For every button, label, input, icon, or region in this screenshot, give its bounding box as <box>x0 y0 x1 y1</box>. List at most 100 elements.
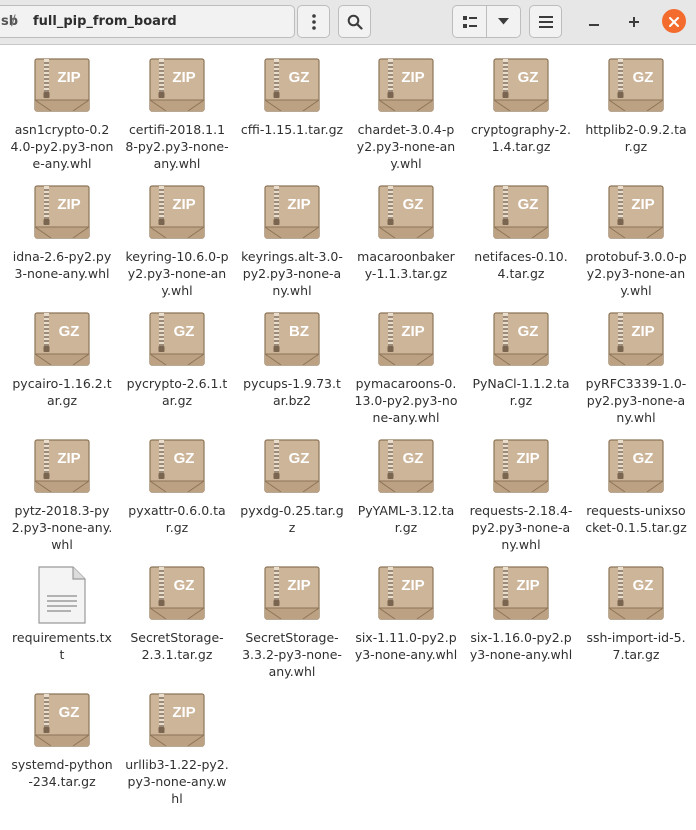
svg-text:ZIP: ZIP <box>172 196 195 213</box>
svg-text:GZ: GZ <box>518 69 539 86</box>
svg-text:ZIP: ZIP <box>401 323 424 340</box>
svg-text:GZ: GZ <box>403 196 424 213</box>
svg-text:GZ: GZ <box>633 577 654 594</box>
file-name-label: cffi-1.15.1.tar.gz <box>240 122 344 137</box>
file-item[interactable]: BZ pycups-1.9.73.tar.bz2 <box>236 299 348 409</box>
file-item[interactable]: requirements.txt <box>6 553 118 663</box>
file-name-label: six-1.16.0-py2.py3-none-any.whl <box>469 630 573 662</box>
file-item[interactable]: GZ requests-unixsocket-0.1.5.tar.gz <box>580 426 692 536</box>
svg-text:GZ: GZ <box>518 196 539 213</box>
svg-text:GZ: GZ <box>289 69 310 86</box>
archive-zip-icon: ZIP <box>607 185 665 243</box>
file-name-label: pycrypto-2.6.1.tar.gz <box>126 376 228 408</box>
main-menu-button[interactable] <box>529 5 562 38</box>
archive-zip-icon: ZIP <box>33 58 91 116</box>
file-item[interactable]: GZ pyxattr-0.6.0.tar.gz <box>121 426 233 536</box>
maximize-icon <box>629 12 639 31</box>
file-item[interactable]: ZIP protobuf-3.0.0-py2.py3-none-any.whl <box>580 172 692 299</box>
file-item[interactable]: GZ netifaces-0.10.4.tar.gz <box>465 172 577 282</box>
archive-zip-icon: ZIP <box>263 566 321 624</box>
maximize-button[interactable] <box>622 9 646 33</box>
vertical-dots-icon <box>311 13 316 30</box>
file-name-label: ssh-import-id-5.7.tar.gz <box>586 630 686 662</box>
file-item[interactable]: GZ pycrypto-2.6.1.tar.gz <box>121 299 233 409</box>
archive-gz-icon: GZ <box>607 58 665 116</box>
file-item[interactable]: ZIP urllib3-1.22-py2.py3-none-any.whl <box>121 680 233 807</box>
file-name-label: cryptography-2.1.4.tar.gz <box>470 122 572 154</box>
close-button[interactable] <box>662 9 686 33</box>
archive-gz-icon: GZ <box>33 312 91 370</box>
archive-gz-icon: GZ <box>148 312 206 370</box>
svg-text:GZ: GZ <box>174 450 195 467</box>
file-item[interactable]: ZIP chardet-3.0.4-py2.py3-none-any.whl <box>350 45 462 172</box>
file-item[interactable]: ZIP six-1.16.0-py2.py3-none-any.whl <box>465 553 577 663</box>
svg-text:GZ: GZ <box>518 323 539 340</box>
file-item[interactable]: ZIP keyring-10.6.0-py2.py3-none-any.whl <box>121 172 233 299</box>
file-name-label: pyRFC3339-1.0-py2.py3-none-any.whl <box>585 376 687 425</box>
svg-text:ZIP: ZIP <box>172 69 195 86</box>
file-item[interactable]: ZIP SecretStorage-3.3.2-py3-none-any.whl <box>236 553 348 680</box>
file-item[interactable]: ZIP pyRFC3339-1.0-py2.py3-none-any.whl <box>580 299 692 426</box>
svg-text:ZIP: ZIP <box>57 196 80 213</box>
file-item[interactable]: ZIP pytz-2018.3-py2.py3-none-any.whl <box>6 426 118 553</box>
archive-zip-icon: ZIP <box>148 693 206 751</box>
list-view-icon <box>462 15 477 28</box>
close-icon <box>669 12 679 31</box>
file-item[interactable]: GZ macaroonbakery-1.1.3.tar.gz <box>350 172 462 282</box>
archive-gz-icon: GZ <box>492 312 550 370</box>
archive-zip-icon: ZIP <box>377 566 435 624</box>
file-item[interactable]: GZ cryptography-2.1.4.tar.gz <box>465 45 577 155</box>
file-item[interactable]: ZIP keyrings.alt-3.0-py2.py3-none-any.whl <box>236 172 348 299</box>
search-button[interactable] <box>338 5 371 38</box>
file-item[interactable]: GZ ssh-import-id-5.7.tar.gz <box>580 553 692 663</box>
file-item[interactable]: GZ systemd-python-234.tar.gz <box>6 680 118 790</box>
header-bar: sb / full_pip_from_board <box>0 0 696 45</box>
file-name-label: chardet-3.0.4-py2.py3-none-any.whl <box>356 122 456 171</box>
file-item[interactable]: GZ PyYAML-3.12.tar.gz <box>350 426 462 536</box>
file-name-label: keyrings.alt-3.0-py2.py3-none-any.whl <box>241 249 343 298</box>
archive-gz-icon: GZ <box>148 439 206 497</box>
file-item[interactable]: GZ cffi-1.15.1.tar.gz <box>236 45 348 138</box>
chevron-down-icon <box>498 18 509 25</box>
file-name-label: requests-unixsocket-0.1.5.tar.gz <box>585 503 687 535</box>
svg-text:ZIP: ZIP <box>631 323 654 340</box>
minimize-button[interactable] <box>582 9 606 33</box>
svg-text:GZ: GZ <box>403 450 424 467</box>
archive-zip-icon: ZIP <box>33 439 91 497</box>
breadcrumb-separator: / <box>11 13 16 29</box>
archive-gz-icon: GZ <box>377 185 435 243</box>
list-view-button[interactable] <box>453 6 486 37</box>
archive-gz-icon: GZ <box>607 566 665 624</box>
file-name-label: PyNaCl-1.1.2.tar.gz <box>472 376 570 408</box>
archive-zip-icon: ZIP <box>148 185 206 243</box>
file-item[interactable]: ZIP pymacaroons-0.13.0-py2.py3-none-any.w… <box>350 299 462 426</box>
svg-text:ZIP: ZIP <box>57 69 80 86</box>
search-icon <box>347 14 363 30</box>
view-options-dropdown[interactable] <box>486 6 520 37</box>
file-name-label: pyxdg-0.25.tar.gz <box>240 503 344 535</box>
file-item[interactable]: GZ pycairo-1.16.2.tar.gz <box>6 299 118 409</box>
archive-zip-icon: ZIP <box>377 58 435 116</box>
file-item[interactable]: GZ PyNaCl-1.1.2.tar.gz <box>465 299 577 409</box>
file-item[interactable]: GZ SecretStorage-2.3.1.tar.gz <box>121 553 233 663</box>
breadcrumb-current-folder[interactable]: full_pip_from_board <box>33 6 177 37</box>
file-name-label: six-1.11.0-py2.py3-none-any.whl <box>354 630 458 662</box>
file-item[interactable]: ZIP certifi-2018.1.18-py2.py3-none-any.wh… <box>121 45 233 172</box>
file-name-label: protobuf-3.0.0-py2.py3-none-any.whl <box>585 249 687 298</box>
folder-menu-button[interactable] <box>297 5 330 38</box>
file-item[interactable]: ZIP idna-2.6-py2.py3-none-any.whl <box>6 172 118 282</box>
svg-text:GZ: GZ <box>59 323 80 340</box>
file-name-label: requests-2.18.4-py2.py3-none-any.whl <box>469 503 573 552</box>
text-file-icon <box>33 566 91 624</box>
archive-gz-icon: GZ <box>377 439 435 497</box>
file-name-label: pyxattr-0.6.0.tar.gz <box>128 503 226 535</box>
file-item[interactable]: ZIP six-1.11.0-py2.py3-none-any.whl <box>350 553 462 663</box>
file-item[interactable]: GZ httplib2-0.9.2.tar.gz <box>580 45 692 155</box>
file-item[interactable]: ZIP requests-2.18.4-py2.py3-none-any.whl <box>465 426 577 553</box>
file-item[interactable]: GZ pyxdg-0.25.tar.gz <box>236 426 348 536</box>
svg-text:GZ: GZ <box>633 69 654 86</box>
file-name-label: SecretStorage-2.3.1.tar.gz <box>130 630 224 662</box>
file-name-label: SecretStorage-3.3.2-py3-none-any.whl <box>242 630 342 679</box>
file-item[interactable]: ZIP asn1crypto-0.24.0-py2.py3-none-any.wh… <box>6 45 118 172</box>
svg-text:ZIP: ZIP <box>401 577 424 594</box>
